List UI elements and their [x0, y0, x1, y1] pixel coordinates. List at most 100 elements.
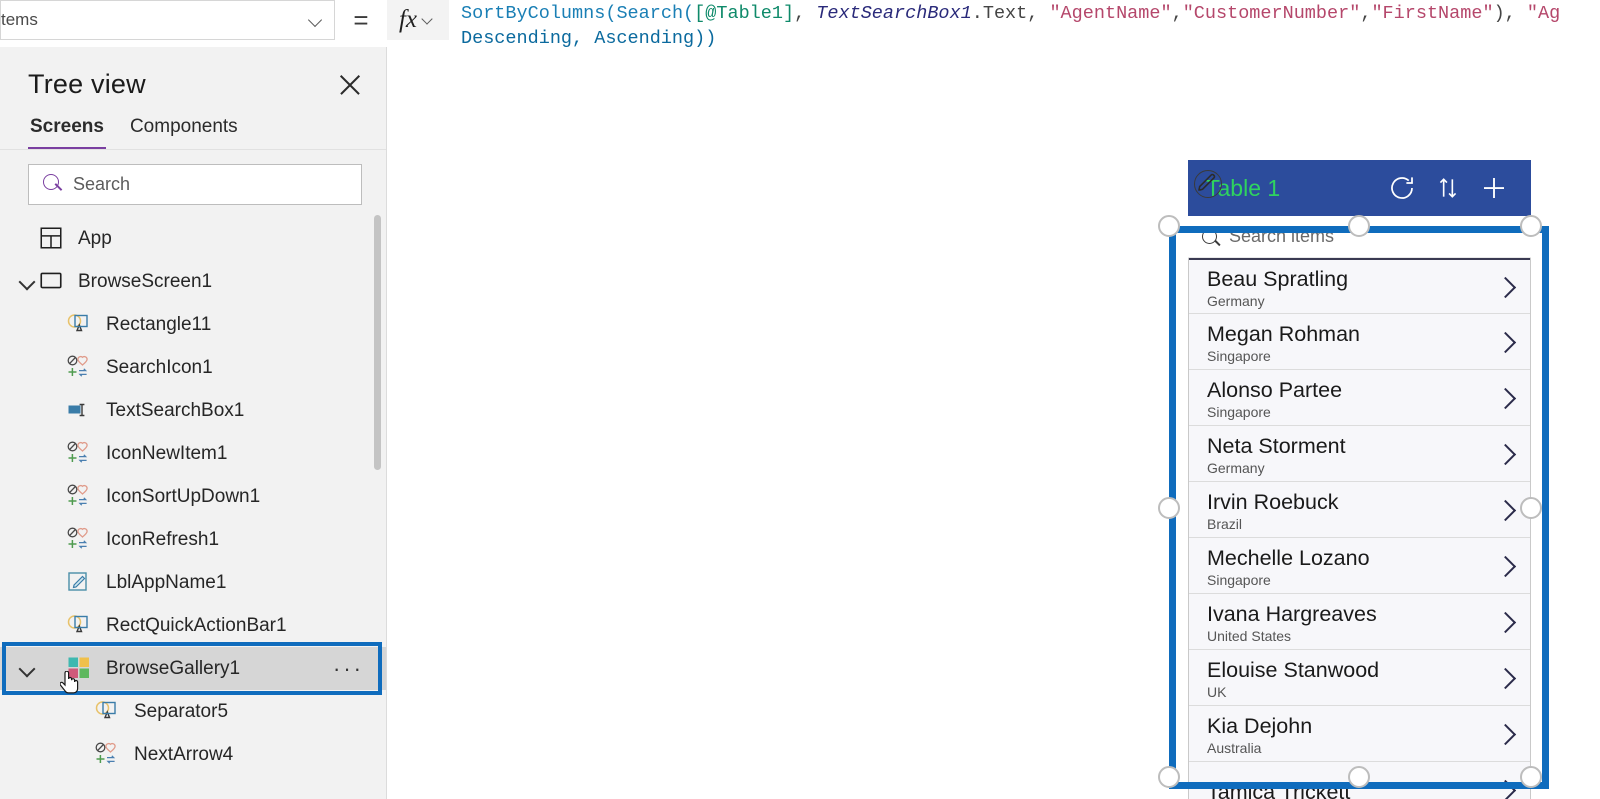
gallery-row[interactable]: Beau Spratling Germany [1189, 258, 1530, 314]
gallery-row-title: Neta Storment [1207, 434, 1346, 458]
next-arrow-icon[interactable] [1498, 782, 1514, 798]
tree-view-title: Tree view [28, 69, 146, 99]
sidebar-item-textsearchbox1[interactable]: TextSearchBox1 [0, 389, 386, 432]
textinput-icon [66, 397, 94, 425]
gallery-row-subtitle: Singapore [1207, 572, 1271, 588]
resize-handle-bottom-right[interactable] [1520, 766, 1542, 788]
mouse-cursor-icon [59, 670, 82, 697]
next-arrow-icon[interactable] [1498, 279, 1514, 295]
sidebar-item-rectquickactionbar1[interactable]: RectQuickActionBar1 [0, 604, 386, 647]
resize-handle-top-right[interactable] [1520, 215, 1542, 237]
gallery-row[interactable]: Megan Rohman Singapore [1189, 314, 1530, 370]
next-arrow-icon[interactable] [1498, 446, 1514, 462]
chevron-down-icon [421, 12, 437, 28]
resize-handle-middle-right[interactable] [1520, 497, 1542, 519]
browse-gallery[interactable]: Beau Spratling Germany Megan Rohman Singapo… [1188, 258, 1531, 799]
sidebar-item-label: LblAppName1 [106, 571, 227, 593]
sidebar-item-searchicon1[interactable]: SearchIcon1 [0, 346, 386, 389]
next-arrow-icon[interactable] [1498, 502, 1514, 518]
tab-screens[interactable]: Screens [28, 114, 106, 149]
refresh-icon[interactable] [1379, 168, 1425, 208]
sidebar-item-iconrefresh1[interactable]: IconRefresh1 [0, 518, 386, 561]
formula-fn1: SortByColumns( [461, 3, 617, 24]
gallery-row[interactable]: Ivana Hargreaves United States [1189, 594, 1530, 650]
gallery-row-title: Ivana Hargreaves [1207, 602, 1377, 626]
more-options-button[interactable]: ··· [333, 657, 364, 679]
sidebar-item-label: App [78, 227, 112, 249]
search-input[interactable] [73, 174, 361, 195]
gallery-row-title: Kia Dejohn [1207, 714, 1313, 738]
sidebar-item-label: RectQuickActionBar1 [106, 614, 287, 636]
sidebar-item-browsescreen1[interactable]: BrowseScreen1 [0, 260, 386, 303]
search-icon [43, 174, 65, 196]
tree-view-scrollbar[interactable] [374, 215, 381, 470]
sidebar-item-iconsortupdown1[interactable]: IconSortUpDown1 [0, 475, 386, 518]
sidebar-item-lblappname1[interactable]: LblAppName1 [0, 561, 386, 604]
property-dropdown[interactable]: tems [0, 0, 335, 40]
app-canvas[interactable]: Table 1 Search items Beau Spratling Germ… [388, 47, 1600, 799]
sidebar-item-nextarrow4[interactable]: NextArrow4 [0, 733, 386, 776]
tree-view-list[interactable]: App BrowseScreen1 Rectangle11 SearchIcon1 Te… [0, 217, 386, 777]
icon-control-icon [94, 741, 122, 769]
gallery-row[interactable]: Neta Storment Germany [1189, 426, 1530, 482]
screen-preview[interactable]: Table 1 Search items Beau Spratling Germ… [1158, 160, 1549, 799]
gallery-row-subtitle: United States [1207, 628, 1292, 644]
equals-sign: = [353, 4, 369, 35]
shape-icon [94, 698, 122, 726]
add-icon[interactable] [1471, 168, 1517, 208]
resize-handle-top-left[interactable] [1158, 215, 1180, 237]
resize-handle-bottom-center[interactable] [1348, 766, 1370, 788]
gallery-row-subtitle: Australia [1207, 740, 1262, 756]
sidebar-item-label: TextSearchBox1 [106, 399, 245, 421]
edit-pencil-icon[interactable] [1194, 170, 1222, 198]
sidebar-item-label: Rectangle11 [106, 313, 212, 335]
icon-control-icon [66, 526, 94, 554]
gallery-row-title: Irvin Roebuck [1207, 490, 1339, 514]
gallery-row[interactable]: Alonso Partee Singapore [1189, 370, 1530, 426]
next-arrow-icon[interactable] [1498, 390, 1514, 406]
search-icon [1202, 229, 1217, 244]
resize-handle-bottom-left[interactable] [1158, 766, 1180, 788]
tree-search-box[interactable] [28, 164, 362, 205]
gallery-row-subtitle: Brazil [1207, 516, 1243, 532]
screen-icon [38, 268, 66, 296]
power-apps-studio: tems = fx SortByColumns(Search([@Table1]… [0, 0, 1600, 799]
next-arrow-icon[interactable] [1498, 334, 1514, 350]
formula-string-3: "FirstName" [1371, 3, 1494, 24]
next-arrow-icon[interactable] [1498, 558, 1514, 574]
gallery-row-subtitle: Singapore [1207, 404, 1271, 420]
gallery-row-subtitle: Germany [1207, 293, 1265, 309]
sidebar-item-label: IconRefresh1 [106, 528, 220, 550]
chevron-down-icon[interactable] [16, 658, 38, 680]
formula-input[interactable]: SortByColumns(Search([@Table1], TextSear… [449, 0, 1600, 47]
gallery-row-title: Megan Rohman [1207, 322, 1360, 346]
gallery-row[interactable]: Elouise Stanwood UK [1189, 650, 1530, 706]
next-arrow-icon[interactable] [1498, 726, 1514, 742]
resize-handle-middle-left[interactable] [1158, 497, 1180, 519]
sidebar-item-separator5[interactable]: Separator5 [0, 690, 386, 733]
tab-components[interactable]: Components [128, 114, 240, 149]
gallery-row[interactable]: Irvin Roebuck Brazil [1189, 482, 1530, 538]
sort-icon[interactable] [1425, 168, 1471, 208]
gallery-row-title: Alonso Partee [1207, 378, 1343, 402]
formula-close1: ), [1493, 3, 1527, 24]
next-arrow-icon[interactable] [1498, 670, 1514, 686]
formula-fn2: Search( [616, 3, 695, 24]
sidebar-item-rectangle11[interactable]: Rectangle11 [0, 303, 386, 346]
sidebar-item-browsegallery1[interactable]: BrowseGallery1 ··· [0, 642, 386, 695]
gallery-row[interactable]: Kia Dejohn Australia [1189, 706, 1530, 762]
sidebar-item-app[interactable]: App [0, 217, 386, 260]
canvas-workarea[interactable]: Table 1 Search items Beau Spratling Germ… [388, 47, 1600, 799]
gallery-row[interactable]: Mechelle Lozano Singapore [1189, 538, 1530, 594]
next-arrow-icon[interactable] [1498, 614, 1514, 630]
formula-comma2: , [1171, 3, 1183, 24]
resize-handle-top-center[interactable] [1348, 215, 1370, 237]
fx-button[interactable]: fx [387, 0, 449, 40]
fx-label: fx [398, 6, 418, 33]
search-items-placeholder: Search items [1229, 226, 1335, 246]
icon-control-icon [66, 354, 94, 382]
close-icon[interactable] [338, 72, 364, 98]
chevron-down-icon[interactable] [16, 271, 38, 293]
gallery-row-subtitle: Singapore [1207, 348, 1271, 364]
sidebar-item-iconnewitem1[interactable]: IconNewItem1 [0, 432, 386, 475]
